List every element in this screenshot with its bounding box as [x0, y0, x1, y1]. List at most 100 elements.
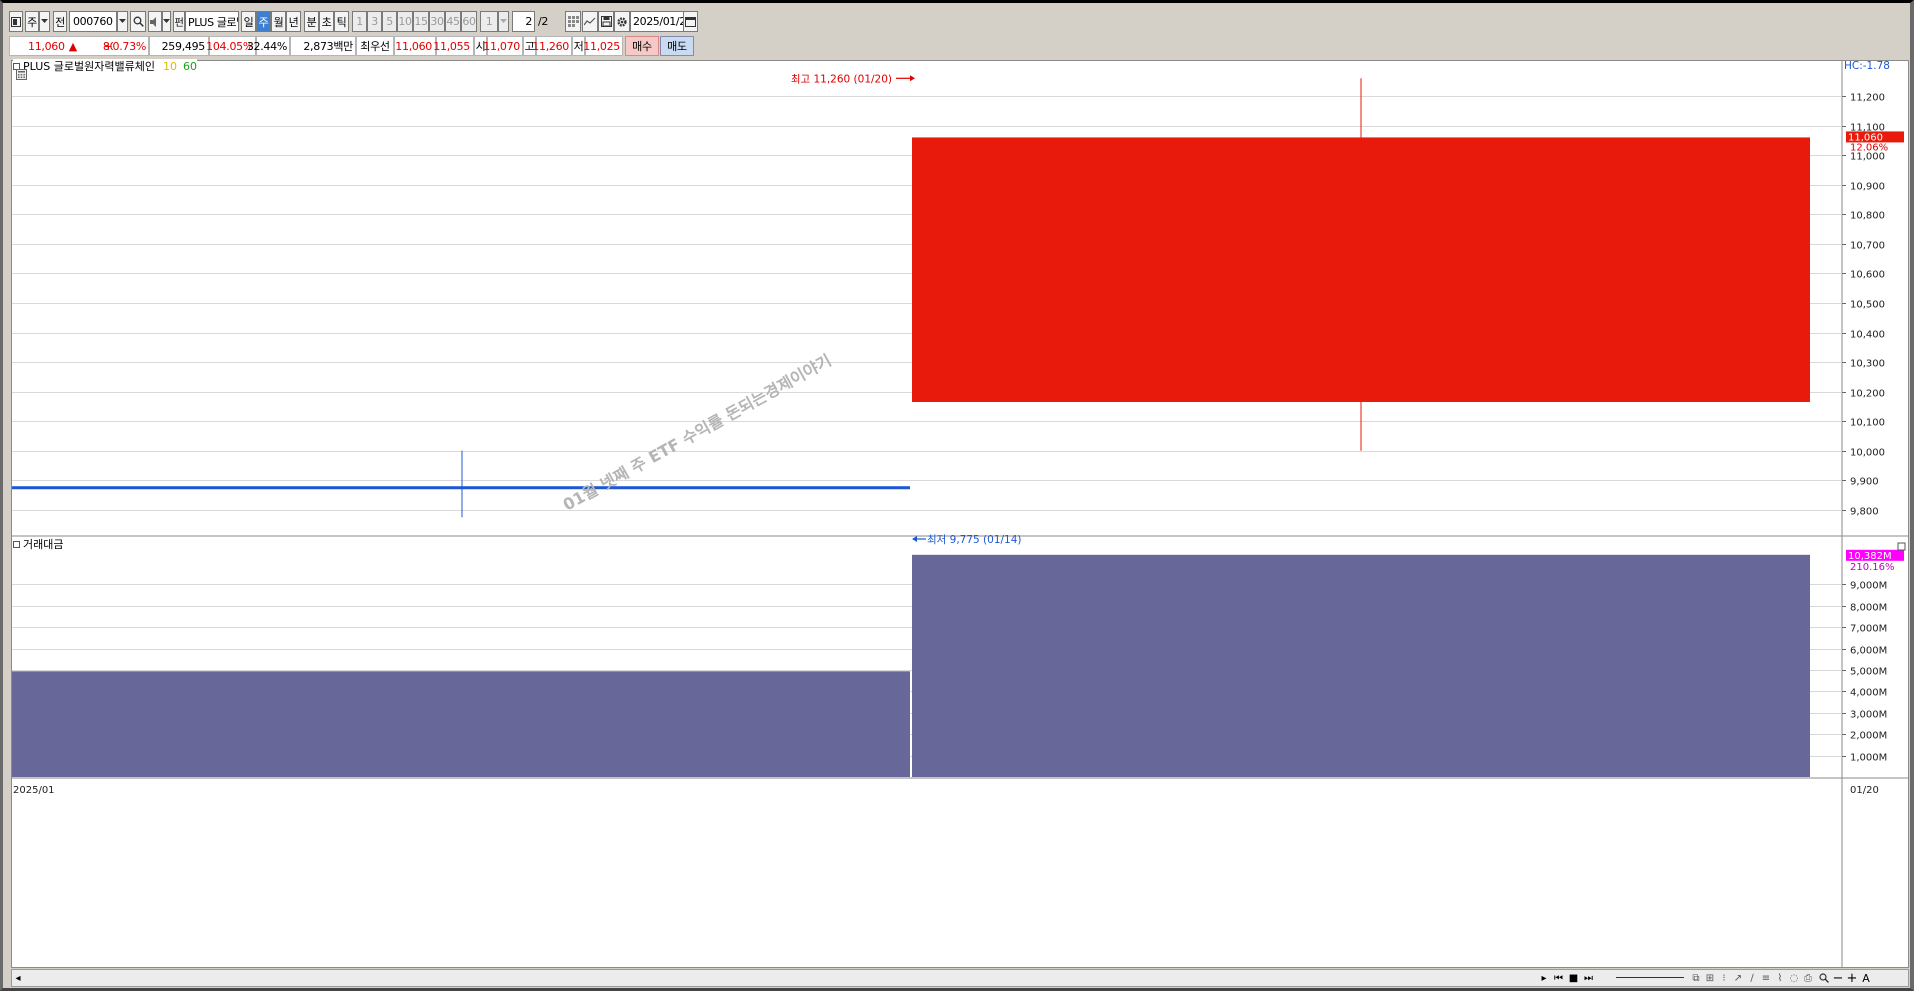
- last-page-icon[interactable]: ⏭: [1582, 971, 1595, 985]
- x-axis-left-label: 2025/01: [13, 785, 55, 796]
- watermark-text: 01월 넷째 주 ETF 수익률 돈되는경제이야기: [560, 351, 835, 515]
- candle-body: [12, 486, 910, 490]
- save-icon[interactable]: [598, 11, 614, 32]
- scroll-right-icon[interactable]: ▸: [1538, 971, 1550, 985]
- interval-15[interactable]: 15: [413, 11, 429, 32]
- tool-line-icon[interactable]: ∕: [1746, 971, 1758, 985]
- calendar-icon[interactable]: [683, 11, 698, 32]
- page-input[interactable]: 2: [512, 11, 535, 32]
- scroll-left-icon[interactable]: ◂: [12, 971, 24, 985]
- high-price: 11,260: [532, 36, 572, 56]
- tab-period-second[interactable]: 초: [319, 11, 334, 32]
- multiplier-field[interactable]: 1: [480, 11, 498, 32]
- quote-bar: 11,060 ▲ 80 +0.73% 259,495 104.05% 32.44…: [9, 36, 1909, 57]
- volume-current-tag-label: 10,382M: [1848, 551, 1892, 562]
- price-pane-title: PLUS 글로벌원자력밸류체인 10 60: [13, 59, 197, 73]
- indicator-icon[interactable]: [582, 11, 598, 32]
- first-page-icon[interactable]: ⏮: [1552, 971, 1565, 985]
- code-dropdown-icon[interactable]: [117, 11, 128, 32]
- price-tick-label: 10,800: [1850, 211, 1885, 222]
- zoom-out-icon[interactable]: −: [1832, 971, 1844, 986]
- volume-pane-name: 거래대금: [23, 538, 64, 551]
- window-menu-icon[interactable]: [9, 11, 23, 32]
- tab-period-week[interactable]: 주: [256, 11, 271, 32]
- interval-60[interactable]: 60: [461, 11, 477, 32]
- volume-pane-title: 거래대금: [13, 537, 64, 551]
- interval-10[interactable]: 10: [397, 11, 413, 32]
- tab-period-minute[interactable]: 분: [304, 11, 319, 32]
- open-price: 11,070: [483, 36, 523, 56]
- calculator-icon[interactable]: [16, 69, 27, 80]
- price-tick-label: 9,800: [1850, 507, 1879, 518]
- hc-label: HC:-1.78: [1844, 61, 1890, 72]
- tool-layout-icon[interactable]: ⊞: [1704, 971, 1716, 985]
- page-total: /2: [538, 15, 548, 28]
- buy-button[interactable]: 매수: [625, 36, 659, 56]
- zoom-in-icon[interactable]: +: [1846, 971, 1858, 986]
- candle-body: [912, 137, 1810, 402]
- volume-tick-label: 1,000M: [1850, 753, 1887, 764]
- volume-corner-icon: [1897, 542, 1906, 551]
- market-dropdown-icon[interactable]: [39, 11, 50, 32]
- prev-button[interactable]: 전: [53, 11, 67, 32]
- interval-1[interactable]: 1: [352, 11, 367, 32]
- sell-button[interactable]: 매도: [660, 36, 694, 56]
- current-price: 11,060: [28, 39, 65, 53]
- price-tick-label: 10,700: [1850, 241, 1885, 252]
- price-tick-label: 10,400: [1850, 330, 1885, 341]
- tool-trend-icon[interactable]: ↗: [1732, 971, 1744, 985]
- price-up-arrow-icon: ▲: [68, 39, 77, 53]
- volume-tick-label: 2,000M: [1850, 731, 1887, 742]
- best-bid: 11,055: [433, 36, 474, 56]
- search-icon[interactable]: [130, 11, 146, 32]
- price-tick-label: 10,600: [1850, 270, 1885, 281]
- tool-crosshair-icon[interactable]: ⁝: [1718, 971, 1730, 985]
- interval-30[interactable]: 30: [429, 11, 445, 32]
- multiplier-dropdown-icon[interactable]: [498, 11, 509, 32]
- ma-long-label: 60: [182, 59, 197, 73]
- market-selector[interactable]: 주: [25, 11, 39, 32]
- tab-period-tick[interactable]: 틱: [334, 11, 349, 32]
- volume-bar: [12, 671, 910, 777]
- tool-fibo-icon[interactable]: ≡: [1760, 971, 1772, 985]
- price-tick-label: 10,100: [1850, 418, 1885, 429]
- volume-tick-label: 5,000M: [1850, 667, 1887, 678]
- grid-icon[interactable]: [565, 11, 581, 32]
- tool-shape-icon[interactable]: ◌: [1788, 971, 1800, 985]
- price-tick-label: 10,500: [1850, 300, 1885, 311]
- date-input[interactable]: 2025/01/20: [630, 11, 685, 32]
- ma-short-label: 10: [162, 59, 177, 73]
- volume-tick-label: 6,000M: [1850, 646, 1887, 657]
- code-input[interactable]: 000760: [69, 11, 117, 32]
- tab-period-month[interactable]: 월: [271, 11, 286, 32]
- interval-3[interactable]: 3: [367, 11, 382, 32]
- speaker-icon[interactable]: [148, 11, 162, 32]
- magnifier-icon[interactable]: [1818, 971, 1830, 985]
- main-toolbar: 주 전 000760 펀 PLUS 글로벌 일 주 월 년 분 초 틱 1 3 …: [9, 11, 1909, 33]
- auto-scale-icon[interactable]: A: [1860, 971, 1872, 985]
- tab-period-year[interactable]: 년: [286, 11, 301, 32]
- interval-5[interactable]: 5: [382, 11, 397, 32]
- tool-copy-icon[interactable]: ⧉: [1690, 971, 1702, 985]
- volume-pane-toggle-icon[interactable]: [13, 540, 20, 548]
- chart-area[interactable]: 9,800 9,900 10,000 10,100 10,200 10,300 10,400…: [11, 59, 1909, 968]
- best-ask: 11,060: [394, 36, 436, 56]
- tab-period-day[interactable]: 일: [241, 11, 256, 32]
- chart-window: 주 전 000760 펀 PLUS 글로벌 일 주 월 년 분 초 틱 1 3 …: [0, 0, 1914, 991]
- price-tick-label: 10,300: [1850, 359, 1885, 370]
- tool-print-icon[interactable]: ⎙: [1802, 971, 1814, 985]
- volume-value: 259,495: [149, 36, 209, 56]
- stop-icon[interactable]: ■: [1567, 971, 1580, 985]
- chart-canvas[interactable]: 9,800 9,900 10,000 10,100 10,200 10,300 10,400…: [12, 61, 1908, 967]
- gear-icon[interactable]: [614, 11, 630, 32]
- tool-text-icon[interactable]: ⌇: [1774, 971, 1786, 985]
- speaker-dropdown-icon[interactable]: [162, 11, 171, 32]
- x-axis-right-label: 01/20: [1850, 785, 1879, 796]
- high-arrow-head: [910, 75, 915, 82]
- zoom-slider[interactable]: [1616, 977, 1684, 978]
- stock-name-field[interactable]: PLUS 글로벌: [185, 11, 239, 32]
- interval-45[interactable]: 45: [445, 11, 461, 32]
- volume-tick-label: 3,000M: [1850, 710, 1887, 721]
- price-tick-label: 10,000: [1850, 448, 1885, 459]
- horizontal-scrollbar[interactable]: ◂ ▸ ⏮ ■ ⏭ ⧉ ⊞ ⁝ ↗ ∕ ≡ ⌇ ◌ ⎙ − + A: [11, 969, 1909, 987]
